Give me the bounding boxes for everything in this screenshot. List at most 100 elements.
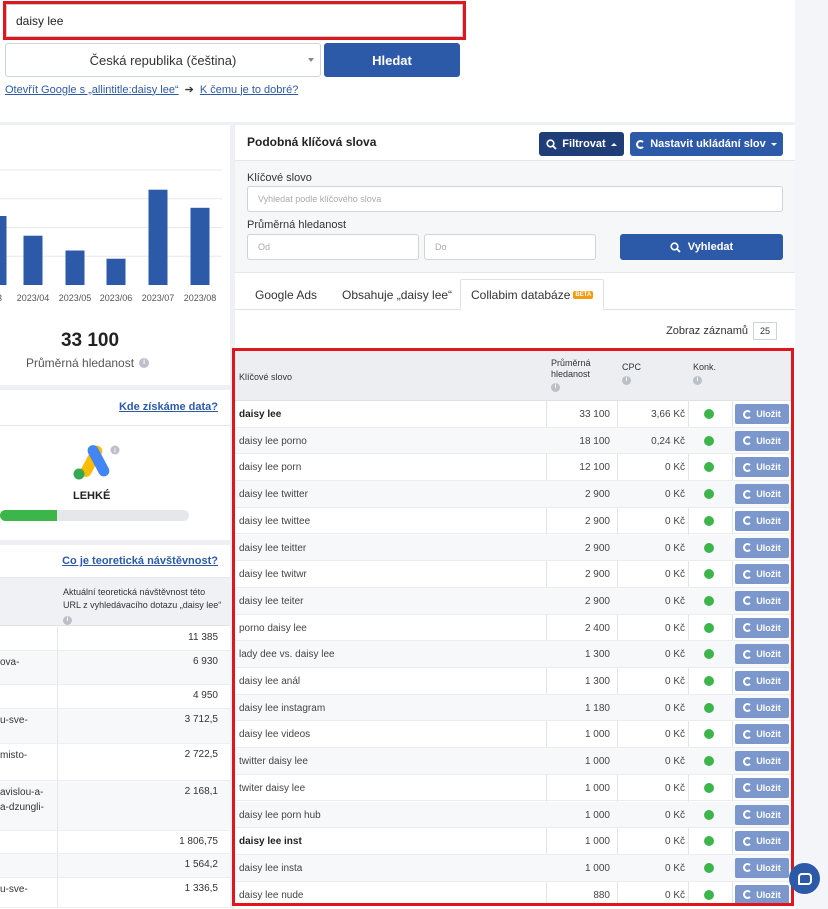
why-link[interactable]: K čemu je to dobré? [200,84,298,96]
save-keyword-label: Uložit [756,809,781,820]
info-icon[interactable]: i [693,376,702,385]
chart-bar[interactable] [106,258,126,285]
volume-cell: 1 300 [584,676,610,687]
save-keyword-button[interactable]: Uložit [735,857,789,878]
country-select[interactable]: Česká republika (čeština) [5,43,321,77]
info-icon[interactable]: i [551,383,560,392]
traffic-url-cell[interactable]: avislou-a- a-dzungli- [0,785,56,815]
save-keyword-label: Uložit [756,595,781,606]
cpc-cell: 0 Kč [664,702,685,714]
save-keyword-label: Uložit [756,649,781,660]
col-comp-header[interactable]: Konk. i [693,362,716,385]
save-keyword-button[interactable]: Uložit [735,697,789,718]
save-keyword-button[interactable]: Uložit [735,777,789,798]
filter-button[interactable]: Filtrovat [539,132,624,156]
save-keyword-button[interactable]: Uložit [735,510,789,531]
info-icon[interactable]: i [622,376,631,385]
volume-from-input[interactable]: Od [247,234,419,260]
save-keyword-button[interactable]: Uložit [735,751,789,772]
keyword-cell[interactable]: daisy lee teitter [239,543,306,554]
traffic-value-cell: 2 168,1 [184,786,218,797]
chart-bar[interactable] [190,207,210,285]
save-keyword-button[interactable]: Uložit [735,831,789,852]
cpc-cell: 0 Kč [664,862,685,874]
search-panel: Česká republika (čeština) Hledat Otevřít… [0,0,795,122]
keyword-cell[interactable]: daisy lee porno [239,436,307,447]
tab-collabim-database[interactable]: Collabim databáze BETA [460,279,605,311]
table-row: daisy lee porno 18 100 0,24 Kč Uložit [235,427,791,455]
average-volume-label-row: Průměrná hledanost i [26,356,150,370]
competition-indicator-icon [704,836,714,847]
save-keyword-button[interactable]: Uložit [735,724,789,745]
keyword-cell[interactable]: daisy lee insta [239,863,302,874]
keyword-cell[interactable]: lady dee vs. daisy lee [239,649,335,660]
chart-bar[interactable] [65,250,85,286]
chart-bar[interactable] [23,235,43,285]
save-keyword-button[interactable]: Uložit [735,537,789,558]
volume-cell: 1 000 [584,756,610,768]
page-scroll-area [795,0,828,909]
save-keyword-button[interactable]: Uložit [735,671,789,691]
average-volume-value: 33 100 [60,330,120,351]
keyword-cell[interactable]: daisy lee porn [239,462,301,473]
keyword-cell[interactable]: daisy lee videos [239,729,310,740]
table-row: daisy lee insta 1 000 0 Kč Uložit [235,854,791,882]
save-keyword-button[interactable]: Uložit [735,564,789,585]
keyword-cell[interactable]: daisy lee twittee [239,516,310,527]
col-keyword-header[interactable]: Klíčové slovo [239,372,292,383]
keyword-filter-input[interactable]: Vyhledat podle klíčového slova [247,186,783,212]
keyword-cell[interactable]: daisy lee [239,409,281,420]
chat-button[interactable] [789,863,820,894]
keyword-cell[interactable]: daisy lee teiter [239,596,303,607]
keyword-cell[interactable]: porno daisy lee [239,623,307,634]
traffic-row: 4 950 [0,685,230,709]
keyword-cell[interactable]: daisy lee nude [239,890,304,901]
tab-contains[interactable]: Obsahuje „daisy lee“ [332,279,462,310]
traffic-row: u-sve- 1 336,5 [0,878,230,908]
collabim-icon [743,890,753,900]
filter-search-label: Vyhledat [687,241,734,253]
data-source-link[interactable]: Kde získáme data? [119,401,218,413]
records-per-page-select[interactable]: 25 [753,322,777,340]
keyword-table: Klíčové slovo Průměrná hledanost i CPC i… [232,348,794,906]
info-icon[interactable]: i [63,616,72,625]
save-keyword-button[interactable]: Uložit [735,484,789,505]
traffic-url-cell[interactable]: u-sve- [0,882,56,897]
save-keyword-button[interactable]: Uložit [735,404,789,424]
keyword-cell[interactable]: daisy lee inst [239,836,302,847]
cpc-cell: 0 Kč [664,889,685,901]
volume-to-input[interactable]: Do [424,234,596,260]
col-cpc-header[interactable]: CPC i [622,362,641,385]
chart-bar[interactable] [0,216,7,285]
search-input[interactable] [6,4,463,37]
keyword-cell[interactable]: daisy lee twitwr [239,569,307,580]
keyword-cell[interactable]: daisy lee instagram [239,703,325,714]
open-google-link[interactable]: Otevřít Google s „allintitle:daisy lee“ [5,84,179,96]
keyword-cell[interactable]: daisy lee anál [239,676,300,687]
records-per-page-label: Zobraz záznamů [666,325,748,337]
col-volume-header[interactable]: Průměrná hledanost i [551,358,611,392]
save-keyword-button[interactable]: Uložit [735,644,789,665]
filter-search-button[interactable]: Vyhledat [620,234,783,260]
keyword-cell[interactable]: twitter daisy lee [239,756,308,767]
keyword-cell[interactable]: daisy lee porn hub [239,810,321,821]
chevron-down-icon [770,142,777,146]
save-keyword-button[interactable]: Uložit [735,804,789,825]
save-settings-button[interactable]: Nastavit ukládání slov [630,132,783,156]
chart-bar[interactable] [148,189,168,285]
info-icon[interactable]: i [139,358,150,368]
keyword-cell[interactable]: daisy lee twitter [239,489,308,500]
save-keyword-button[interactable]: Uložit [735,430,789,451]
traffic-url-cell[interactable]: misto- [0,748,56,763]
traffic-info-link[interactable]: Co je teoretická návštěvnost? [62,555,218,567]
search-button[interactable]: Hledat [324,43,460,77]
keyword-cell[interactable]: twiter daisy lee [239,783,305,794]
traffic-url-cell[interactable]: ova- [0,655,56,670]
save-keyword-button[interactable]: Uložit [735,617,789,638]
save-keyword-button[interactable]: Uložit [735,457,789,478]
chevron-up-icon [610,142,617,146]
tab-google-ads[interactable]: Google Ads [245,279,327,310]
save-keyword-button[interactable]: Uložit [735,884,789,903]
traffic-url-cell[interactable]: u-sve- [0,713,56,728]
save-keyword-button[interactable]: Uložit [735,590,789,611]
